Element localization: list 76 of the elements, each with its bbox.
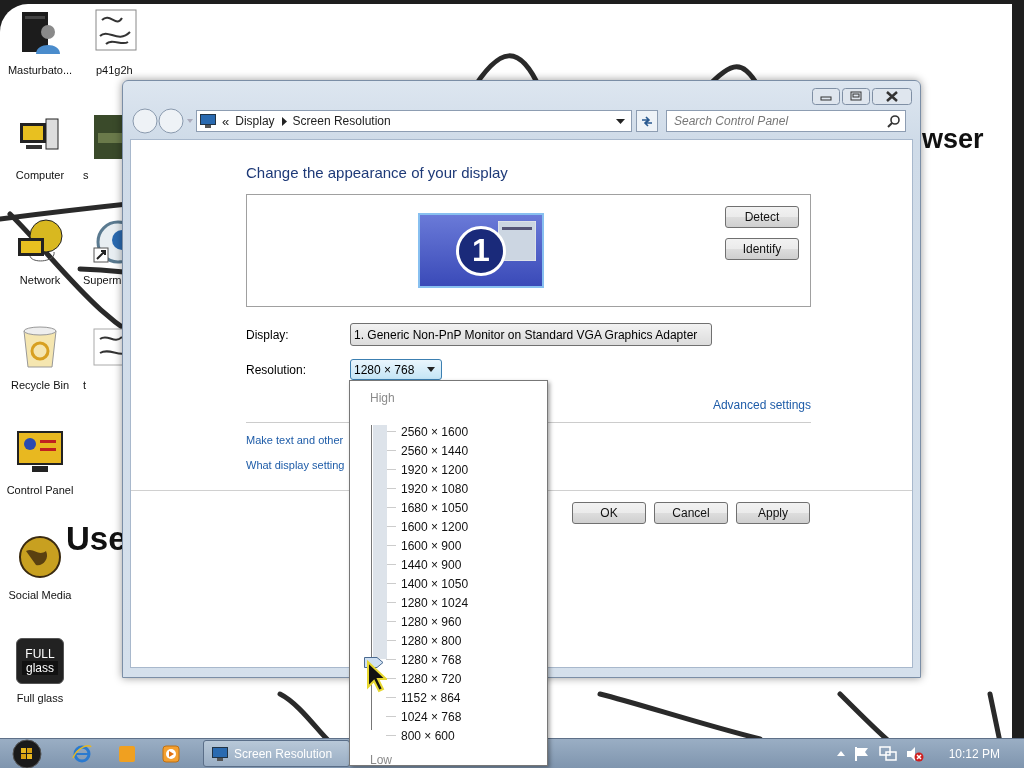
advanced-settings-link[interactable]: Advanced settings [712, 397, 811, 413]
speaker-muted-icon[interactable] [905, 745, 924, 762]
resolution-option[interactable]: 1280 × 768 [401, 652, 462, 667]
icon-label[interactable]: t [83, 379, 87, 391]
resolution-option[interactable]: 1920 × 1200 [401, 462, 469, 477]
resolution-option[interactable]: 1440 × 900 [401, 557, 462, 572]
resolution-option[interactable]: 2560 × 1600 [401, 424, 469, 439]
photo-placeholder[interactable] [92, 113, 122, 161]
help-link[interactable]: Make text and other [246, 434, 344, 446]
identify-button[interactable]: Identify [725, 238, 799, 260]
resolution-option[interactable]: 2560 × 1440 [401, 443, 469, 458]
slider-track[interactable] [363, 425, 387, 730]
icon-label[interactable]: Computer [15, 169, 65, 181]
show-hidden-icons-caret-icon[interactable] [836, 751, 845, 756]
resolution-option[interactable]: 1920 × 1080 [401, 481, 469, 496]
icon-label[interactable]: Superm [83, 274, 122, 286]
monitor-tile[interactable]: 1 [418, 213, 544, 288]
icon-text: glass [22, 661, 58, 675]
close-button[interactable] [872, 88, 912, 105]
slider-end-label: High [369, 390, 396, 406]
help-link[interactable]: What display setting [246, 459, 345, 471]
icon-text: FULL [25, 647, 55, 661]
globe-icon[interactable] [16, 533, 64, 581]
icon-label[interactable]: Control Panel [6, 484, 74, 496]
apply-button[interactable]: Apply [736, 502, 810, 524]
resolution-option[interactable]: 1680 × 1050 [401, 500, 469, 515]
detect-button[interactable]: Detect [725, 206, 799, 228]
page-heading: Change the appearance of your display [246, 163, 509, 183]
resolution-option[interactable]: 800 × 600 [401, 728, 455, 743]
icon-label[interactable]: Full glass [16, 692, 64, 704]
media-player-icon[interactable] [162, 744, 180, 763]
field-label: Display: [246, 327, 290, 342]
dropdown-arrow-icon [427, 367, 435, 372]
chevron-icon[interactable]: « [222, 113, 230, 129]
resolution-option[interactable]: 1280 × 1024 [401, 595, 469, 610]
resolution-option[interactable]: 1280 × 720 [401, 671, 462, 686]
wallpaper-text: Use [66, 522, 127, 555]
dropdown-arrow-icon[interactable] [616, 118, 625, 124]
slider-end-label: Low [369, 752, 393, 768]
breadcrumb-arrow-icon[interactable] [280, 116, 287, 126]
search-field[interactable]: Search Control Panel [666, 110, 906, 132]
icon-label[interactable]: Network [19, 274, 61, 286]
resolution-option[interactable]: 1152 × 864 [401, 690, 461, 705]
cancel-button[interactable]: Cancel [654, 502, 728, 524]
resolution-option[interactable]: 1600 × 900 [401, 538, 462, 553]
breadcrumb-item[interactable]: Screen Resolution [292, 114, 391, 128]
search-icon [887, 115, 900, 128]
resolution-option[interactable]: 1024 × 768 [401, 709, 462, 724]
wallpaper-text: wser [922, 126, 984, 153]
address-bar[interactable]: « Display Screen Resolution [196, 110, 632, 132]
resolution-dropdown[interactable]: 1280 × 768 [350, 359, 442, 380]
refresh-arrows-icon [640, 114, 654, 128]
icon-label[interactable]: s [83, 169, 89, 181]
monitor-number: 1 [456, 225, 506, 276]
start-orb-icon[interactable] [12, 738, 42, 768]
refresh-button[interactable] [636, 110, 658, 132]
monitor-icon [212, 746, 228, 761]
ok-button[interactable]: OK [572, 502, 646, 524]
monitor-icon [200, 114, 216, 128]
maximize-button[interactable] [842, 88, 870, 105]
resolution-option[interactable]: 1280 × 960 [401, 614, 462, 629]
display-dropdown[interactable]: 1. Generic Non-PnP Monitor on Standard VGA Graphics Adapter [350, 323, 712, 346]
resolution-option[interactable]: 1600 × 1200 [401, 519, 469, 534]
window-thumbnail-icon [498, 221, 536, 261]
icon-label[interactable]: p41g2h [96, 64, 133, 76]
mouse-pointer-icon [365, 659, 387, 693]
icon-label[interactable]: Recycle Bin [10, 379, 70, 391]
field-label: Resolution: [246, 362, 308, 377]
resolution-option[interactable]: 1400 × 1050 [401, 576, 469, 591]
breadcrumb-item[interactable]: Display [235, 114, 275, 128]
icon-label[interactable]: Masturbato... [7, 64, 73, 76]
flag-icon[interactable] [853, 745, 870, 762]
icon-label[interactable]: Social Media [8, 589, 72, 601]
app-icon[interactable]: FULL glass [16, 638, 64, 684]
minimize-button[interactable] [812, 88, 840, 105]
resolution-option[interactable]: 1280 × 800 [401, 633, 462, 648]
